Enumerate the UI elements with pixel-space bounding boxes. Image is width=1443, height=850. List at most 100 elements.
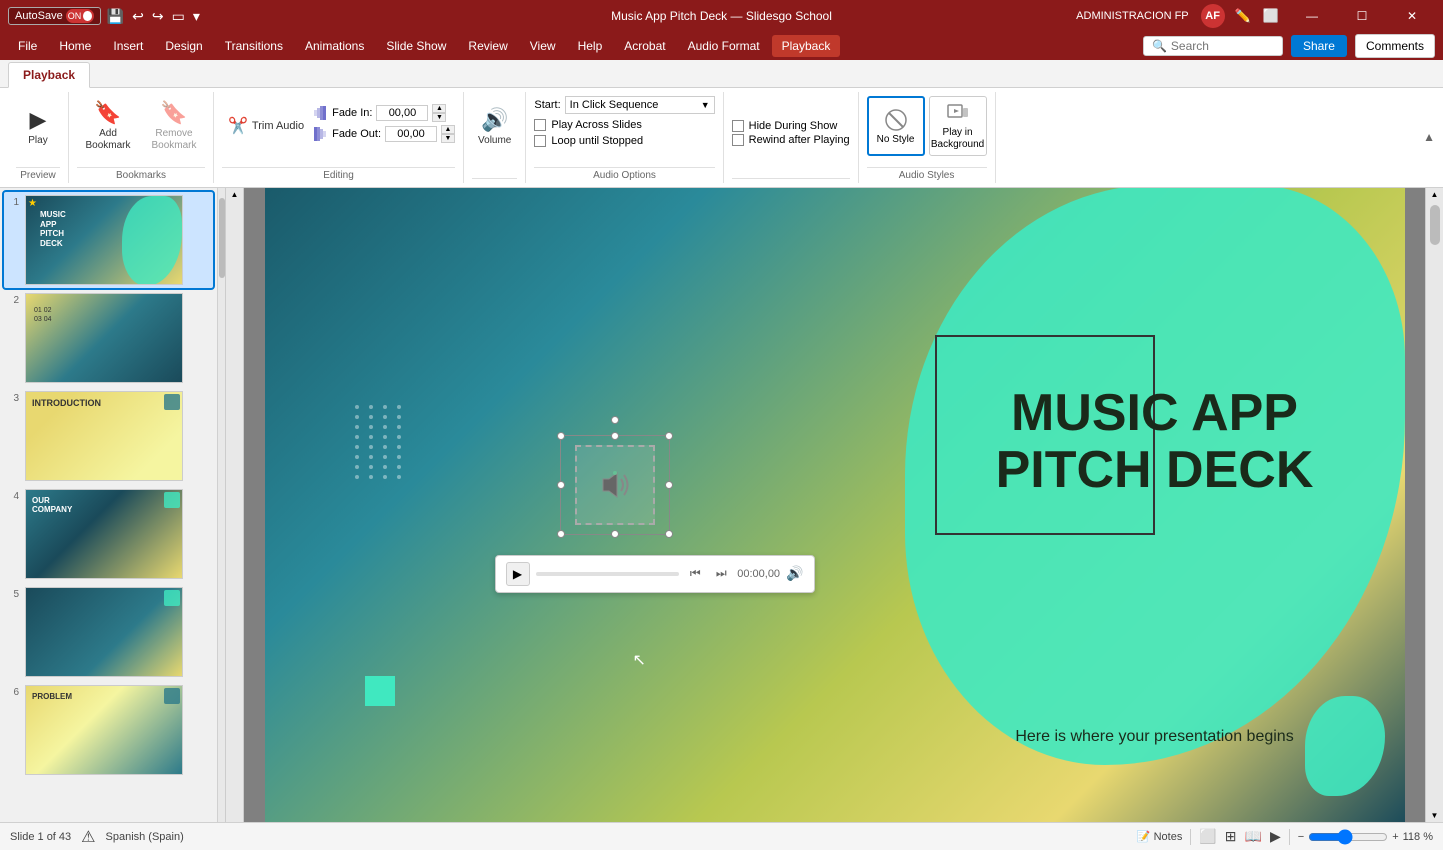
fade-in-down[interactable]: ▼ [432,113,446,122]
menu-view[interactable]: View [520,35,566,57]
play-in-background-button[interactable]: Play in Background [929,96,987,156]
menu-insert[interactable]: Insert [103,35,153,57]
menu-animations[interactable]: Animations [295,35,374,57]
status-divider [1190,829,1191,845]
close-button[interactable]: ✕ [1389,0,1435,32]
language: Spanish (Spain) [106,831,184,843]
view-grid-button[interactable]: ⊞ [1225,828,1237,845]
menu-acrobat[interactable]: Acrobat [614,35,675,57]
menu-help[interactable]: Help [568,35,613,57]
customize-icon[interactable]: ▾ [191,6,202,27]
autosave-toggle[interactable]: ON [66,9,94,23]
ribbon-group-hide-rewind: Hide During Show Rewind after Playing [724,92,859,183]
zoom-out-button[interactable]: − [1298,831,1304,843]
no-style-button[interactable]: No Style [867,96,925,156]
view-reading-button[interactable]: 📖 [1245,828,1262,845]
menu-audio-format[interactable]: Audio Format [678,35,770,57]
menu-review[interactable]: Review [458,35,517,57]
player-back-button[interactable]: ⏮ [685,564,705,584]
settings-icon[interactable]: ⬜ [1261,6,1281,26]
player-progress-bar[interactable] [536,572,680,576]
slide-thumbnail-6[interactable]: 6 PROBLEM [4,682,213,778]
bookmarks-group-label: Bookmarks [77,167,205,183]
play-button[interactable]: ▶ Play [16,96,60,156]
hide-during-show-checkbox[interactable]: Hide During Show [732,120,838,132]
loop-until-stopped-checkbox[interactable]: Loop until Stopped [534,135,643,147]
fade-in-label: Fade In: [332,107,372,119]
trim-audio-button[interactable]: ✂️ Trim Audio [222,112,310,140]
zoom-in-button[interactable]: + [1392,831,1398,843]
vertical-scroll-thumb [1430,205,1440,245]
play-across-slides-checkbox[interactable]: Play Across Slides [534,119,643,131]
pen-icon[interactable]: ✏️ [1233,6,1253,26]
menu-home[interactable]: Home [49,35,101,57]
dropdown-arrow-icon: ▼ [701,100,710,110]
vertical-scroll-left[interactable]: ▲ [226,188,244,822]
slide-thumbnail-3[interactable]: 3 INTRODUCTION [4,388,213,484]
share-button[interactable]: Share [1291,35,1347,57]
notes-button[interactable]: 📝 Notes [1137,830,1183,843]
ribbon-expand-button[interactable]: ▲ [1423,130,1435,144]
fade-in-input[interactable] [376,105,428,121]
slide-thumbnail-1[interactable]: 1 ★ MUSICAPPPITCHDECK [4,192,213,288]
fade-out-up[interactable]: ▲ [441,125,455,134]
editing-group-label: Editing [222,167,455,183]
slide-thumbnail-4[interactable]: 4 OURCOMPANY [4,486,213,582]
fade-out-down[interactable]: ▼ [441,134,455,143]
tab-playback[interactable]: Playback [8,62,90,88]
save-icon[interactable]: 💾 [105,6,126,27]
player-forward-button[interactable]: ⏭ [711,564,731,584]
accessibility-icon[interactable]: ⚠ [81,827,95,847]
loop-until-stopped-box [534,135,546,147]
slide-image-4: OURCOMPANY [25,489,183,579]
start-row: Start: In Click Sequence ▼ [534,96,714,114]
search-box[interactable]: 🔍 [1143,36,1283,56]
minimize-button[interactable]: — [1289,0,1335,32]
scroll-down-icon[interactable]: ▼ [1429,809,1441,822]
menu-playback[interactable]: Playback [772,35,841,57]
zoom-slider[interactable] [1308,829,1388,845]
player-volume-button[interactable]: 🔊 [786,565,803,582]
menu-slideshow[interactable]: Slide Show [376,35,456,57]
slide-thumbnail-5[interactable]: 5 [4,584,213,680]
fade-in-spinners: ▲ ▼ [432,104,446,122]
start-dropdown[interactable]: In Click Sequence ▼ [565,96,715,114]
ribbon-group-volume: 🔊 Volume [464,92,526,183]
remove-bookmark-button[interactable]: 🔖 Remove Bookmark [143,96,205,156]
ribbon-tabs: Playback [0,60,1443,88]
slide-panel-scrollbar[interactable] [218,188,226,822]
menu-transitions[interactable]: Transitions [215,35,293,57]
player-play-button[interactable]: ▶ [506,562,530,586]
view-normal-button[interactable]: ⬜ [1199,828,1216,845]
present-icon[interactable]: ▭ [170,6,187,27]
fade-out-bar-icon [314,127,328,141]
undo-icon[interactable]: ↩ [130,6,146,27]
redo-icon[interactable]: ↪ [150,6,166,27]
search-input[interactable] [1171,39,1271,53]
slide-number-1: 1 [7,195,19,208]
menu-file[interactable]: File [8,35,47,57]
vertical-scrollbar[interactable]: ▲ ▼ [1425,188,1443,822]
scroll-up-icon[interactable]: ▲ [1429,188,1441,201]
autosave-button[interactable]: AutoSave ON [8,7,101,25]
add-bookmark-icon: 🔖 [94,100,121,126]
user-avatar[interactable]: AF [1201,4,1225,28]
speaker-icon [595,465,635,505]
slide-title: MUSIC APP PITCH DECK [965,385,1345,499]
fade-out-input[interactable] [385,126,437,142]
audio-icon[interactable] [575,445,655,525]
slide-image-5 [25,587,183,677]
scroll-up-btn[interactable]: ▲ [231,190,239,199]
slide-thumbnail-2[interactable]: 2 01 02 03 04 [4,290,213,386]
ribbon-group-audio-options: Start: In Click Sequence ▼ Play Across S… [526,92,723,183]
add-bookmark-button[interactable]: 🔖 Add Bookmark [77,96,139,156]
view-slideshow-button[interactable]: ▶ [1270,828,1281,845]
rewind-after-playing-checkbox[interactable]: Rewind after Playing [732,134,850,146]
fade-in-up[interactable]: ▲ [432,104,446,113]
preview-group-label: Preview [16,167,60,183]
volume-button[interactable]: 🔊 Volume [472,96,517,156]
menu-design[interactable]: Design [155,35,212,57]
comments-button[interactable]: Comments [1355,34,1435,58]
maximize-button[interactable]: ☐ [1339,0,1385,32]
main-area: 1 ★ MUSICAPPPITCHDECK 2 01 02 03 04 3 [0,188,1443,822]
